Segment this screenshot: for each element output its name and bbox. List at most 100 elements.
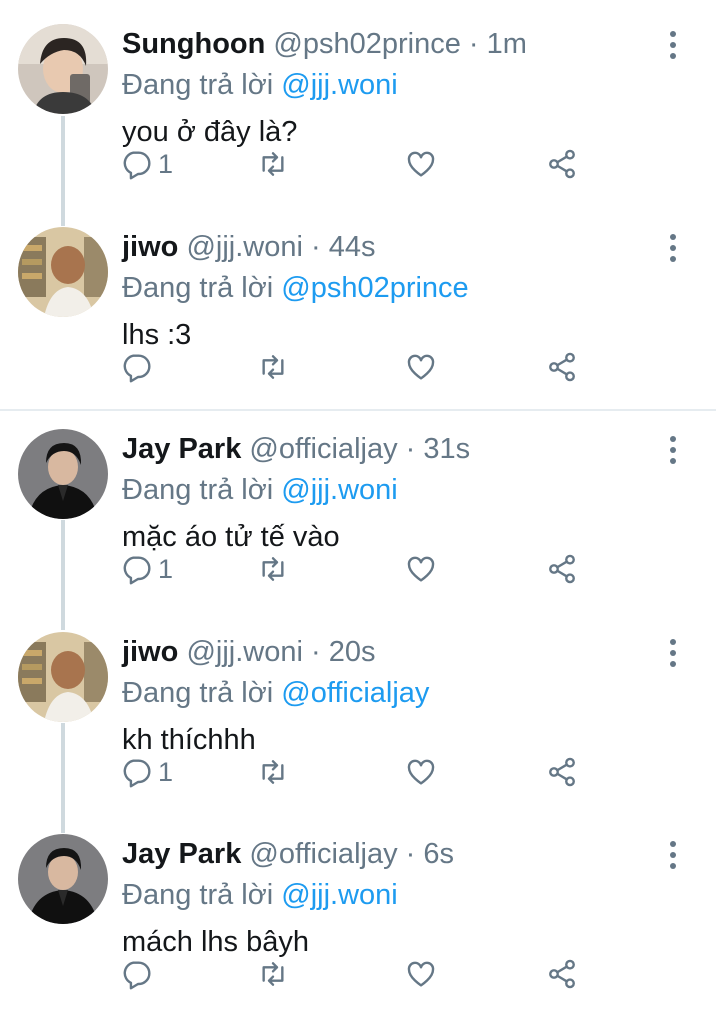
jiwo-avatar-image [18, 632, 108, 722]
reply-count: 1 [158, 756, 174, 787]
share-button[interactable] [546, 347, 578, 387]
reply-button[interactable]: 1 [120, 144, 173, 184]
separator-dot: · [468, 28, 479, 60]
retweet-icon [262, 760, 284, 784]
user-handle[interactable]: @jjj.woni [186, 231, 302, 263]
display-name[interactable]: jiwo [122, 636, 178, 668]
retweet-button[interactable] [257, 347, 289, 387]
sunghoon-avatar-image [18, 24, 108, 114]
retweet-icon [262, 557, 284, 581]
display-name[interactable]: Jay Park [122, 433, 241, 465]
tweet-actions: 1 [120, 144, 590, 184]
user-handle[interactable]: @jjj.woni [186, 636, 302, 668]
more-options-icon[interactable] [658, 28, 688, 62]
avatar[interactable] [18, 834, 108, 924]
share-icon [549, 757, 575, 787]
avatar[interactable] [18, 24, 108, 114]
display-name[interactable]: Sunghoon [122, 28, 265, 60]
reply-icon [123, 961, 151, 990]
replying-to-label: Đang trả lời [122, 272, 282, 304]
tweet-actions [120, 347, 590, 387]
avatar[interactable] [18, 632, 108, 722]
tweet-actions: 1 [120, 549, 590, 589]
separator-dot: · [405, 433, 416, 465]
user-handle[interactable]: @officialjay [249, 838, 397, 870]
tweet[interactable]: jiwo @jjj.woni · 20s Đang trả lời @offic… [0, 608, 716, 811]
retweet-button[interactable] [257, 549, 289, 589]
timestamp[interactable]: 31s [423, 433, 470, 465]
avatar[interactable] [18, 227, 108, 317]
retweet-icon [262, 152, 284, 176]
jay-avatar-image [18, 834, 108, 924]
timestamp[interactable]: 20s [329, 636, 376, 668]
mention-link[interactable]: @jjj.woni [281, 69, 397, 101]
retweet-icon [262, 355, 284, 379]
jiwo-avatar-image [18, 227, 108, 317]
heart-icon [407, 151, 435, 177]
reply-button[interactable] [120, 954, 158, 994]
tweet-actions [120, 954, 590, 994]
reply-button[interactable]: 1 [120, 752, 173, 792]
reply-icon [123, 354, 151, 383]
more-options-icon[interactable] [658, 636, 688, 670]
like-button[interactable] [405, 954, 437, 994]
replying-to: Đang trả lời @jjj.woni [122, 67, 398, 103]
replying-to-label: Đang trả lời [122, 474, 282, 506]
tweet-header: jiwo @jjj.woni · 44s [122, 229, 375, 265]
separator-dot: · [405, 838, 416, 870]
replying-to-label: Đang trả lời [122, 677, 282, 709]
jay-avatar-image [18, 429, 108, 519]
mention-link[interactable]: @jjj.woni [281, 474, 397, 506]
display-name[interactable]: jiwo [122, 231, 178, 263]
mention-link[interactable]: @psh02prince [281, 272, 468, 304]
tweet[interactable]: jiwo @jjj.woni · 44s Đang trả lời @psh02… [0, 203, 716, 406]
replying-to-label: Đang trả lời [122, 69, 282, 101]
more-options-icon[interactable] [658, 433, 688, 467]
timestamp[interactable]: 44s [329, 231, 376, 263]
share-icon [549, 959, 575, 989]
like-button[interactable] [405, 347, 437, 387]
more-options-icon[interactable] [658, 231, 688, 265]
mention-link[interactable]: @jjj.woni [281, 879, 397, 911]
reply-icon [123, 151, 151, 180]
replying-to: Đang trả lời @psh02prince [122, 270, 469, 306]
replying-to: Đang trả lời @jjj.woni [122, 877, 398, 913]
timestamp[interactable]: 1m [487, 28, 527, 60]
tweet[interactable]: Sunghoon @psh02prince · 1m Đang trả lời … [0, 0, 716, 203]
timestamp[interactable]: 6s [423, 838, 454, 870]
tweet-header: Jay Park @officialjay · 31s [122, 431, 470, 467]
user-handle[interactable]: @psh02prince [273, 28, 460, 60]
tweet[interactable]: Jay Park @officialjay · 6s Đang trả lời … [0, 810, 716, 1013]
share-button[interactable] [546, 954, 578, 994]
display-name[interactable]: Jay Park [122, 838, 241, 870]
tweet-header: Jay Park @officialjay · 6s [122, 836, 454, 872]
reply-icon [123, 759, 151, 788]
heart-icon [407, 354, 435, 380]
share-button[interactable] [546, 549, 578, 589]
mention-link[interactable]: @officialjay [281, 677, 429, 709]
replying-to: Đang trả lời @officialjay [122, 675, 429, 711]
like-button[interactable] [405, 752, 437, 792]
share-icon [549, 554, 575, 584]
separator-dot: · [310, 231, 321, 263]
like-button[interactable] [405, 144, 437, 184]
avatar[interactable] [18, 429, 108, 519]
share-button[interactable] [546, 144, 578, 184]
share-button[interactable] [546, 752, 578, 792]
reply-count: 1 [158, 148, 174, 179]
more-options-icon[interactable] [658, 838, 688, 872]
replying-to: Đang trả lời @jjj.woni [122, 472, 398, 508]
tweet[interactable]: Jay Park @officialjay · 31s Đang trả lời… [0, 405, 716, 608]
retweet-button[interactable] [257, 752, 289, 792]
retweet-button[interactable] [257, 144, 289, 184]
replying-to-label: Đang trả lời [122, 879, 282, 911]
user-handle[interactable]: @officialjay [249, 433, 397, 465]
tweet-header: Sunghoon @psh02prince · 1m [122, 26, 527, 62]
reply-button[interactable] [120, 347, 158, 387]
reply-button[interactable]: 1 [120, 549, 173, 589]
reply-icon [123, 556, 151, 585]
like-button[interactable] [405, 549, 437, 589]
tweet-actions: 1 [120, 752, 590, 792]
heart-icon [407, 759, 435, 785]
retweet-button[interactable] [257, 954, 289, 994]
